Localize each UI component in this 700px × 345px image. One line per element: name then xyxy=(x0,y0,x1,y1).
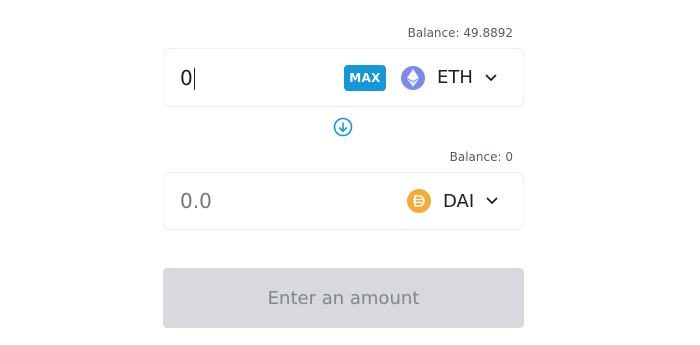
chevron-down-icon xyxy=(485,73,497,82)
enter-amount-button[interactable]: Enter an amount xyxy=(163,268,524,328)
from-token-selector[interactable]: ETH xyxy=(401,65,497,90)
from-balance: Balance: 49.8892 xyxy=(407,26,513,40)
arrow-down-circle-icon[interactable] xyxy=(333,117,353,137)
from-token-symbol: ETH xyxy=(437,67,473,88)
to-amount-input[interactable] xyxy=(180,189,320,213)
chevron-down-icon xyxy=(486,197,498,205)
text-caret xyxy=(193,67,195,90)
to-token-symbol: DAI xyxy=(443,190,475,212)
max-button[interactable]: MAX xyxy=(344,65,386,91)
to-token-selector[interactable]: DAI xyxy=(407,189,498,213)
ethereum-icon xyxy=(401,65,425,90)
to-field: DAI xyxy=(163,172,524,230)
to-balance: Balance: 0 xyxy=(449,150,513,164)
from-amount-value: 0 xyxy=(180,65,193,90)
from-field: 0 MAX ETH xyxy=(163,48,524,107)
dai-icon xyxy=(407,189,431,213)
from-amount-input[interactable]: 0 xyxy=(180,65,320,90)
